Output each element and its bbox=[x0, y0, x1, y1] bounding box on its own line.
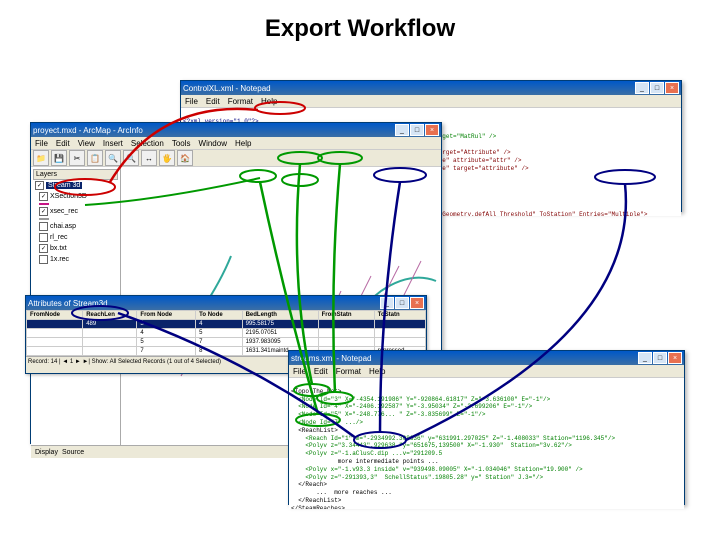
menu-format[interactable]: Format bbox=[336, 367, 361, 376]
menu-file[interactable]: File bbox=[185, 97, 198, 106]
titlebar[interactable]: proyect.mxd - ArcMap - ArcInfo _ □ × bbox=[31, 123, 441, 137]
notepad-streams-window: streams.xml - Notepad _ □ × File Edit Fo… bbox=[288, 350, 685, 505]
symbol-icon bbox=[39, 203, 49, 205]
table-row[interactable]: 452195.07051 bbox=[27, 329, 426, 338]
window-title: Attributes of Stream3d bbox=[28, 299, 108, 308]
col-header[interactable]: ReachLen bbox=[83, 311, 137, 320]
page-title: Export Workflow bbox=[265, 15, 455, 43]
menubar: File Edit View Insert Selection Tools Wi… bbox=[31, 137, 441, 150]
tab-display[interactable]: Display bbox=[35, 449, 58, 456]
col-header[interactable]: To Node bbox=[196, 311, 242, 320]
col-header[interactable]: ToStatn bbox=[374, 311, 425, 320]
minimize-button[interactable]: _ bbox=[380, 297, 394, 309]
layer-item[interactable]: chai.asp bbox=[33, 221, 118, 232]
menu-edit[interactable]: Edit bbox=[314, 367, 328, 376]
toc-header: Layers bbox=[33, 169, 118, 180]
pan-icon[interactable]: ↔ bbox=[141, 150, 157, 166]
col-header[interactable]: BedLength bbox=[242, 311, 318, 320]
window-title: streams.xml - Notepad bbox=[291, 354, 371, 363]
menubar: File Edit Format Help bbox=[289, 365, 684, 378]
minimize-button[interactable]: _ bbox=[395, 124, 409, 136]
checkbox-icon[interactable]: ✓ bbox=[39, 207, 48, 216]
maximize-button[interactable]: □ bbox=[410, 124, 424, 136]
checkbox-icon[interactable] bbox=[39, 222, 48, 231]
layer-label: Stream 3d bbox=[46, 182, 82, 189]
titlebar[interactable]: Attributes of Stream3d _ □ × bbox=[26, 296, 426, 310]
layer-item[interactable]: rl_rec bbox=[33, 232, 118, 243]
close-button[interactable]: × bbox=[410, 297, 424, 309]
menu-window[interactable]: Window bbox=[199, 139, 227, 148]
layer-label: 1x.rec bbox=[50, 256, 69, 263]
checkbox-icon[interactable] bbox=[39, 233, 48, 242]
layer-label: chai.asp bbox=[50, 223, 76, 230]
menu-insert[interactable]: Insert bbox=[103, 139, 123, 148]
minimize-button[interactable]: _ bbox=[638, 352, 652, 364]
titlebar[interactable]: ControlXL.xml - Notepad _ □ × bbox=[181, 81, 681, 95]
layer-label: xsec_rec bbox=[50, 208, 78, 215]
layer-item[interactable]: 1x.rec bbox=[33, 254, 118, 265]
col-header[interactable]: FromStatn bbox=[318, 311, 374, 320]
menu-edit[interactable]: Edit bbox=[56, 139, 70, 148]
layer-item[interactable]: ✓ xsec_rec bbox=[33, 206, 118, 217]
xml-content[interactable]: <Topo:The.Net> <Node Id="3" X="-4354.191… bbox=[289, 378, 684, 509]
window-title: proyect.mxd - ArcMap - ArcInfo bbox=[33, 126, 143, 135]
menubar: File Edit Format Help bbox=[181, 95, 681, 108]
checkbox-icon[interactable]: ✓ bbox=[35, 181, 44, 190]
minimize-button[interactable]: _ bbox=[635, 82, 649, 94]
zoom-out-icon[interactable]: 🔍 bbox=[123, 150, 139, 166]
tab-source[interactable]: Source bbox=[62, 449, 84, 456]
layer-item[interactable]: ✓ bx.txt bbox=[33, 243, 118, 254]
menu-format[interactable]: Format bbox=[228, 97, 253, 106]
menu-tools[interactable]: Tools bbox=[172, 139, 191, 148]
layer-item[interactable]: ✓ XSection3D bbox=[33, 191, 118, 202]
home-icon[interactable]: 🏠 bbox=[177, 150, 193, 166]
layer-item[interactable]: ✓ Stream 3d bbox=[33, 180, 118, 191]
col-header[interactable]: From Node bbox=[137, 311, 196, 320]
col-header[interactable]: FromNode bbox=[27, 311, 83, 320]
layer-label: bx.txt bbox=[50, 245, 67, 252]
menu-file[interactable]: File bbox=[293, 367, 306, 376]
layer-label: XSection3D bbox=[50, 193, 87, 200]
checkbox-icon[interactable] bbox=[39, 255, 48, 264]
symbol-icon bbox=[39, 218, 49, 220]
maximize-button[interactable]: □ bbox=[395, 297, 409, 309]
maximize-button[interactable]: □ bbox=[653, 352, 667, 364]
paste-icon[interactable]: 📋 bbox=[87, 150, 103, 166]
menu-help[interactable]: Help bbox=[369, 367, 385, 376]
menu-edit[interactable]: Edit bbox=[206, 97, 220, 106]
open-icon[interactable]: 📁 bbox=[33, 150, 49, 166]
menu-help[interactable]: Help bbox=[235, 139, 251, 148]
menu-view[interactable]: View bbox=[78, 139, 95, 148]
menu-help[interactable]: Help bbox=[261, 97, 277, 106]
table-row[interactable]: 571937.983095 bbox=[27, 338, 426, 347]
checkbox-icon[interactable]: ✓ bbox=[39, 244, 48, 253]
checkbox-icon[interactable]: ✓ bbox=[39, 192, 48, 201]
toolbar: 📁 💾 ✂ 📋 🔍 🔍 ↔ 🖐 🏠 bbox=[31, 150, 441, 167]
zoom-in-icon[interactable]: 🔍 bbox=[105, 150, 121, 166]
layer-label: rl_rec bbox=[50, 234, 68, 241]
menu-selection[interactable]: Selection bbox=[131, 139, 164, 148]
cut-icon[interactable]: ✂ bbox=[69, 150, 85, 166]
maximize-button[interactable]: □ bbox=[650, 82, 664, 94]
titlebar[interactable]: streams.xml - Notepad _ □ × bbox=[289, 351, 684, 365]
window-title: ControlXL.xml - Notepad bbox=[183, 84, 271, 93]
close-button[interactable]: × bbox=[665, 82, 679, 94]
close-button[interactable]: × bbox=[668, 352, 682, 364]
menu-file[interactable]: File bbox=[35, 139, 48, 148]
close-button[interactable]: × bbox=[425, 124, 439, 136]
table-row[interactable]: 48934995.58175 bbox=[27, 320, 426, 329]
hand-icon[interactable]: 🖐 bbox=[159, 150, 175, 166]
save-icon[interactable]: 💾 bbox=[51, 150, 67, 166]
